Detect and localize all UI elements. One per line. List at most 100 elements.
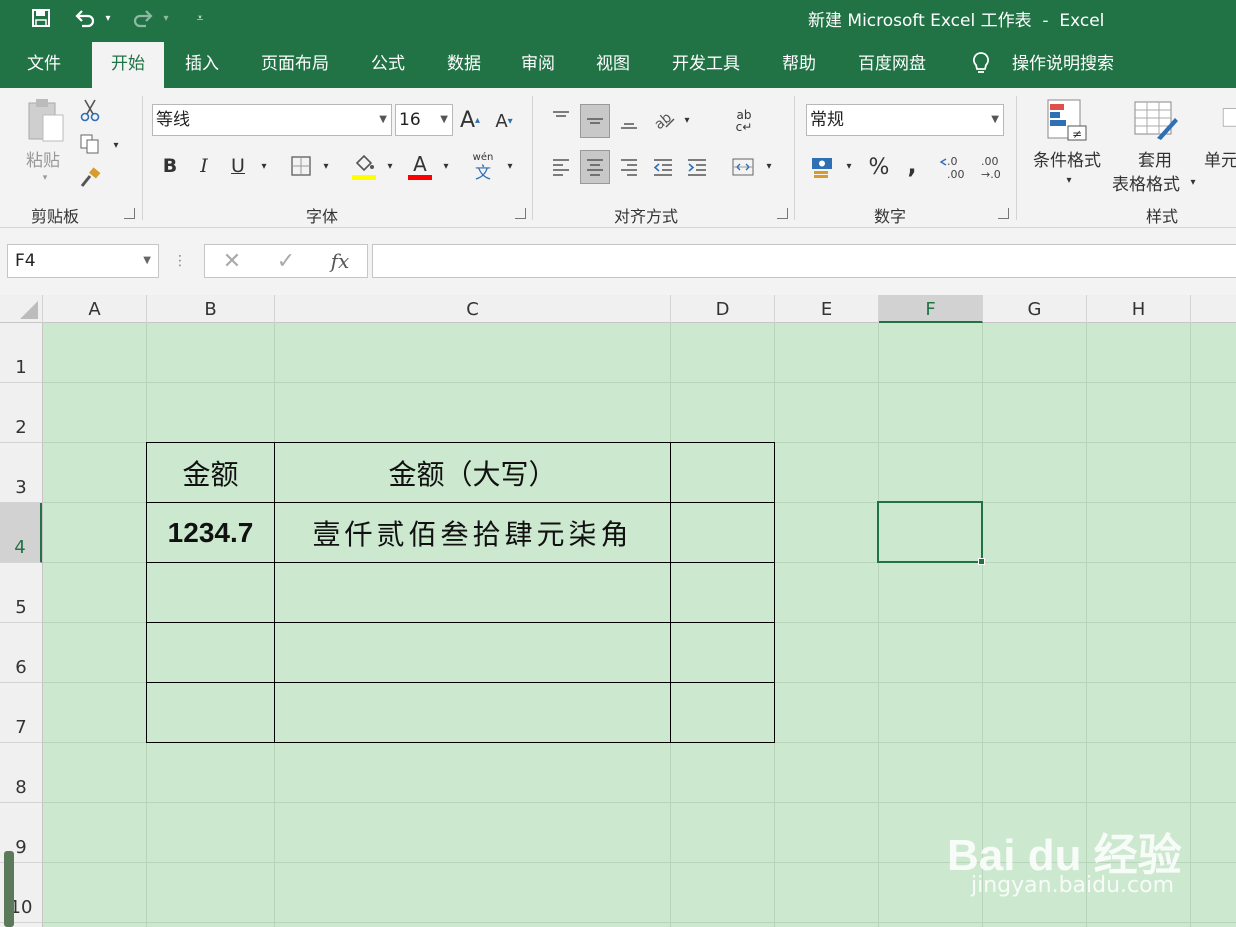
- customize-qat-icon[interactable]: ⩡: [190, 0, 210, 36]
- orientation-dropdown-icon[interactable]: ▾: [680, 112, 694, 128]
- font-name-select[interactable]: 等线 ▼: [152, 104, 392, 136]
- row-header-3[interactable]: 3: [0, 443, 42, 503]
- format-as-table-icon[interactable]: [1132, 96, 1180, 144]
- comma-style-button[interactable]: ,: [898, 148, 926, 182]
- increase-font-size-icon[interactable]: A ▴: [458, 106, 482, 134]
- column-header-b[interactable]: B: [147, 295, 275, 323]
- conditional-formatting-label[interactable]: 条件格式: [1028, 146, 1106, 171]
- percent-style-button[interactable]: %: [864, 150, 894, 184]
- borders-dropdown-icon[interactable]: ▾: [318, 158, 334, 174]
- name-box[interactable]: F4 ▼: [7, 244, 159, 278]
- number-launcher-icon[interactable]: [998, 208, 1009, 219]
- format-as-table-label-top[interactable]: 套用: [1124, 146, 1186, 171]
- redo-dropdown-icon[interactable]: ▾: [158, 0, 174, 36]
- tab-file[interactable]: 文件: [10, 42, 78, 88]
- top-align-icon[interactable]: [546, 104, 576, 134]
- insert-function-button[interactable]: fx: [325, 249, 355, 273]
- tab-page-layout[interactable]: 页面布局: [248, 42, 342, 88]
- bottom-align-icon[interactable]: [614, 104, 644, 138]
- clipboard-launcher-icon[interactable]: [124, 208, 135, 219]
- row-header-2[interactable]: 2: [0, 383, 42, 443]
- row-header-7[interactable]: 7: [0, 683, 42, 743]
- undo-icon[interactable]: [70, 0, 100, 36]
- format-as-table-label-bottom[interactable]: 表格格式: [1106, 170, 1186, 195]
- tab-insert[interactable]: 插入: [170, 42, 234, 88]
- alignment-launcher-icon[interactable]: [777, 208, 788, 219]
- column-header-e[interactable]: E: [775, 295, 879, 323]
- tab-view[interactable]: 视图: [581, 42, 645, 88]
- row-header-6[interactable]: 6: [0, 623, 42, 683]
- conditional-formatting-icon[interactable]: ≠: [1044, 96, 1090, 144]
- row-header-8[interactable]: 8: [0, 743, 42, 803]
- row-header-1[interactable]: 1: [0, 323, 42, 383]
- tab-data[interactable]: 数据: [432, 42, 496, 88]
- align-left-icon[interactable]: [546, 150, 576, 184]
- formula-input[interactable]: [372, 244, 1236, 278]
- middle-align-icon[interactable]: [580, 104, 610, 138]
- paste-label[interactable]: 粘贴: [18, 146, 68, 171]
- format-as-table-dropdown-icon[interactable]: ▾: [1186, 176, 1200, 188]
- paste-icon[interactable]: [20, 96, 70, 148]
- worksheet-grid[interactable]: 金额 金额（大写） 1234.7 壹仟贰佰叁拾肆元柒角 Bai du 经验 ji…: [43, 323, 1236, 927]
- tab-developer[interactable]: 开发工具: [658, 42, 754, 88]
- font-size-select[interactable]: 16 ▼: [395, 104, 453, 136]
- italic-button[interactable]: I: [192, 152, 216, 180]
- increase-decimal-icon[interactable]: .0.00: [938, 150, 970, 184]
- cell-b3[interactable]: 金额: [147, 443, 274, 502]
- conditional-dropdown-icon[interactable]: ▾: [1062, 174, 1076, 186]
- fill-handle[interactable]: [978, 558, 985, 565]
- column-header-a[interactable]: A: [43, 295, 147, 323]
- cell-b4[interactable]: 1234.7: [147, 503, 274, 562]
- borders-icon[interactable]: [286, 152, 316, 180]
- fill-color-dropdown-icon[interactable]: ▾: [382, 158, 398, 174]
- paste-dropdown-icon[interactable]: ▾: [36, 172, 54, 184]
- row-header-4[interactable]: 4: [0, 503, 42, 563]
- redo-icon[interactable]: [128, 0, 158, 36]
- more-options-icon[interactable]: ⋮: [172, 250, 188, 272]
- tab-help[interactable]: 帮助: [768, 42, 830, 88]
- tab-formulas[interactable]: 公式: [356, 42, 420, 88]
- undo-dropdown-icon[interactable]: ▾: [100, 0, 116, 36]
- copy-icon[interactable]: [76, 130, 104, 158]
- tab-review[interactable]: 审阅: [506, 42, 570, 88]
- fill-color-icon[interactable]: [350, 150, 378, 182]
- cancel-icon[interactable]: ✕: [219, 249, 245, 274]
- cell-c3[interactable]: 金额（大写）: [275, 443, 670, 502]
- font-color-icon[interactable]: A: [406, 150, 434, 182]
- selected-cell-f4[interactable]: [877, 501, 983, 563]
- accounting-dropdown-icon[interactable]: ▾: [842, 158, 856, 174]
- row-header-5[interactable]: 5: [0, 563, 42, 623]
- underline-dropdown-icon[interactable]: ▾: [256, 158, 272, 174]
- decrease-font-size-icon[interactable]: A ▾: [492, 108, 516, 134]
- accounting-format-icon[interactable]: [808, 150, 838, 184]
- bold-button[interactable]: B: [158, 152, 182, 180]
- decrease-decimal-icon[interactable]: .00 →.0: [974, 150, 1006, 184]
- cell-c4[interactable]: 壹仟贰佰叁拾肆元柒角: [275, 503, 670, 562]
- column-header-h[interactable]: H: [1087, 295, 1191, 323]
- cell-styles-icon[interactable]: [1222, 96, 1236, 140]
- select-all-corner[interactable]: [0, 295, 43, 323]
- tab-baidu-netdisk[interactable]: 百度网盘: [844, 42, 940, 88]
- column-header-f[interactable]: F: [879, 295, 983, 323]
- copy-dropdown-icon[interactable]: ▾: [108, 138, 124, 152]
- format-painter-icon[interactable]: [76, 164, 104, 192]
- font-color-dropdown-icon[interactable]: ▾: [438, 158, 454, 174]
- number-format-select[interactable]: 常规 ▼: [806, 104, 1004, 136]
- align-center-icon[interactable]: [580, 150, 610, 184]
- wrap-text-icon[interactable]: ab c↵: [730, 104, 758, 138]
- enter-icon[interactable]: ✓: [273, 249, 299, 274]
- column-header-g[interactable]: G: [983, 295, 1087, 323]
- cell-styles-label[interactable]: 单元: [1204, 146, 1236, 171]
- scroll-handle[interactable]: [4, 851, 14, 927]
- increase-indent-icon[interactable]: [682, 150, 712, 184]
- column-header-d[interactable]: D: [671, 295, 775, 323]
- tab-home[interactable]: 开始: [92, 42, 164, 88]
- merge-dropdown-icon[interactable]: ▾: [762, 158, 776, 174]
- decrease-indent-icon[interactable]: [648, 150, 678, 184]
- lightbulb-icon[interactable]: [966, 42, 996, 88]
- orientation-icon[interactable]: ab: [650, 106, 678, 134]
- tell-me-search[interactable]: 操作说明搜索: [1000, 42, 1126, 88]
- cut-icon[interactable]: [76, 96, 104, 124]
- underline-button[interactable]: U: [226, 152, 250, 180]
- save-icon[interactable]: [26, 0, 56, 36]
